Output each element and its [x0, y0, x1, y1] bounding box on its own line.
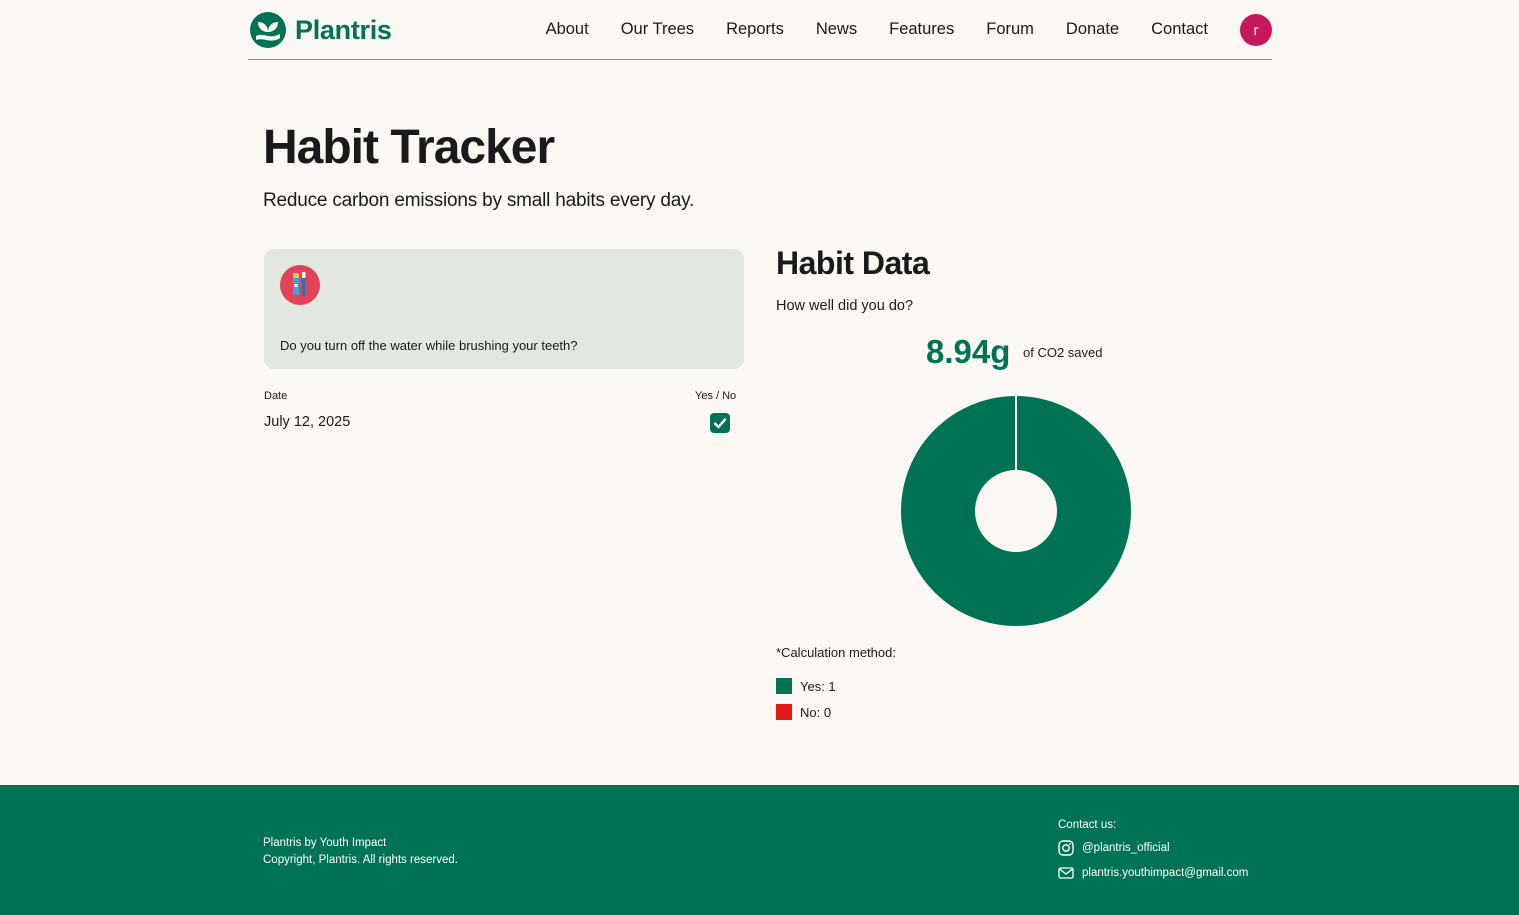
footer-brand-line: Plantris by Youth Impact	[263, 837, 387, 849]
plantris-logo-icon	[250, 12, 286, 48]
footer-copyright: Plantris by Youth Impact Copyright, Plan…	[263, 835, 458, 869]
habit-date: July 12, 2025	[264, 414, 351, 430]
instagram-icon	[1058, 840, 1074, 856]
instagram-handle: @plantris_official	[1082, 842, 1170, 854]
habit-data-subtitle: How well did you do?	[776, 298, 914, 314]
email-link[interactable]: plantris.youthimpact@gmail.com	[1058, 865, 1248, 881]
habit-card: Do you turn off the water while brushing…	[264, 249, 744, 369]
legend-no-label: No: 0	[800, 704, 832, 720]
co2-saved-value: 8.94g	[926, 333, 1011, 370]
nav-reports[interactable]: Reports	[726, 18, 784, 40]
yes-no-column-label: Yes / No	[695, 390, 737, 402]
nav-our-trees[interactable]: Our Trees	[621, 18, 694, 40]
footer-contact: Contact us: @plantris_official plantris.…	[1058, 819, 1248, 881]
nav-forum[interactable]: Forum	[986, 18, 1034, 40]
co2-saved-label: of CO2 saved	[1023, 345, 1103, 360]
calculation-method-label: *Calculation method:	[776, 645, 896, 660]
page-title: Habit Tracker	[263, 121, 555, 174]
habit-question: Do you turn off the water while brushing…	[280, 338, 578, 353]
mail-icon	[1058, 867, 1074, 879]
page-subtitle: Reduce carbon emissions by small habits …	[263, 190, 695, 211]
logo[interactable]: Plantris	[250, 12, 392, 48]
legend-yes: Yes: 1	[776, 678, 836, 694]
checkmark-icon	[713, 418, 727, 429]
site-footer: Plantris by Youth Impact Copyright, Plan…	[0, 785, 1519, 915]
habit-checkbox[interactable]	[710, 413, 730, 433]
habit-donut-chart	[901, 396, 1131, 626]
main-nav: About Our Trees Reports News Features Fo…	[514, 18, 1208, 40]
nav-news[interactable]: News	[816, 18, 857, 40]
nav-about[interactable]: About	[546, 18, 589, 40]
contact-label: Contact us:	[1058, 819, 1117, 831]
habit-data-title: Habit Data	[776, 245, 930, 281]
instagram-link[interactable]: @plantris_official	[1058, 840, 1248, 856]
nav-donate[interactable]: Donate	[1066, 18, 1119, 40]
email-address: plantris.youthimpact@gmail.com	[1082, 867, 1249, 879]
legend-no-swatch	[776, 704, 792, 720]
nav-contact[interactable]: Contact	[1151, 18, 1208, 40]
toothbrush-icon	[280, 265, 320, 305]
legend-no: No: 0	[776, 704, 831, 720]
user-avatar[interactable]: r	[1240, 14, 1272, 46]
legend-yes-label: Yes: 1	[800, 678, 836, 694]
site-header: Plantris About Our Trees Reports News Fe…	[248, 0, 1272, 60]
brand-name: Plantris	[295, 14, 392, 45]
legend-yes-swatch	[776, 678, 792, 694]
date-column-label: Date	[264, 390, 288, 402]
footer-copyright-line: Copyright, Plantris. All rights reserved…	[263, 854, 458, 866]
nav-features[interactable]: Features	[889, 18, 954, 40]
